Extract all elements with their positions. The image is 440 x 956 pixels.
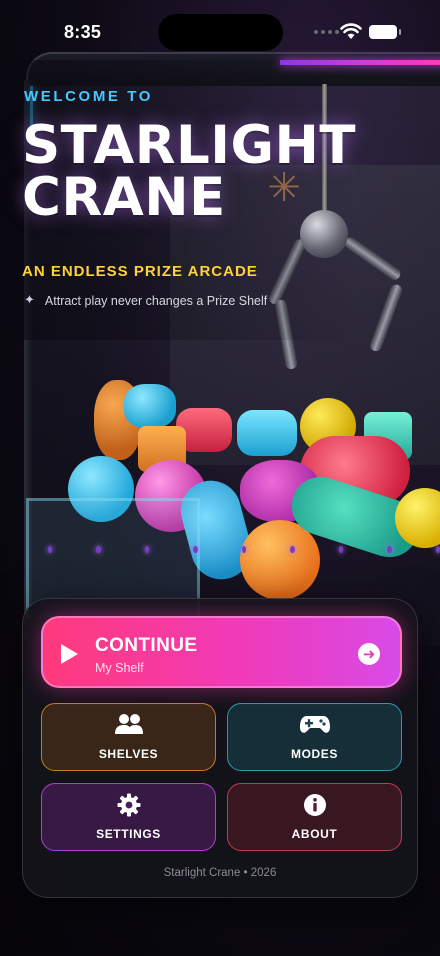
settings-label: SETTINGS: [96, 827, 161, 841]
tagline-text: Attract play never changes a Prize Shelf: [44, 293, 268, 308]
play-icon: [61, 644, 78, 664]
users-icon: [114, 714, 143, 734]
continue-sublabel: My Shelf: [95, 661, 144, 675]
prize-blue-capsule: [237, 410, 297, 456]
about-label: ABOUT: [291, 827, 338, 841]
status-bar: 8:35: [0, 0, 440, 56]
modes-button[interactable]: MODES: [227, 703, 402, 771]
footer-credit: Starlight Crane • 2026: [163, 867, 277, 879]
dynamic-island: [158, 14, 283, 51]
arrow-right-circle-icon: ➜: [358, 643, 380, 665]
gamepad-icon: [299, 716, 330, 733]
title-line-2: CRANE: [22, 167, 226, 228]
gear-icon: [117, 793, 140, 817]
game-subtitle: AN ENDLESS PRIZE ARCADE: [22, 263, 258, 280]
shelves-button[interactable]: SHELVES: [41, 703, 216, 771]
settings-button[interactable]: SETTINGS: [41, 783, 216, 851]
game-title: STARLIGHT CRANE: [22, 115, 357, 228]
welcome-eyebrow: WELCOME TO: [24, 88, 154, 105]
about-button[interactable]: ABOUT: [227, 783, 402, 851]
status-time: 8:35: [64, 22, 102, 42]
main-menu-panel: CONTINUE My Shelf ➜ SHELVES MODES SETTIN…: [22, 598, 418, 898]
tagline: ✦ Attract play never changes a Prize She…: [24, 293, 267, 308]
wifi-icon: [340, 23, 362, 39]
marquee-lights: [30, 546, 440, 558]
battery-icon: [369, 25, 401, 39]
cellular-signal-icon: [314, 30, 339, 34]
shelves-label: SHELVES: [98, 747, 159, 761]
sparkle-icon: ✦: [24, 293, 35, 308]
title-line-1: STARLIGHT: [22, 115, 357, 176]
modes-label: MODES: [290, 747, 338, 761]
info-icon: [303, 794, 326, 816]
title-screen: ✳ 8:35 WELCOME TO STA: [0, 0, 440, 956]
continue-label: CONTINUE: [95, 635, 198, 656]
prize-blue-ball: [124, 384, 176, 428]
claw-machine-scene: ✳: [0, 0, 440, 700]
continue-button[interactable]: CONTINUE My Shelf ➜: [41, 616, 402, 688]
